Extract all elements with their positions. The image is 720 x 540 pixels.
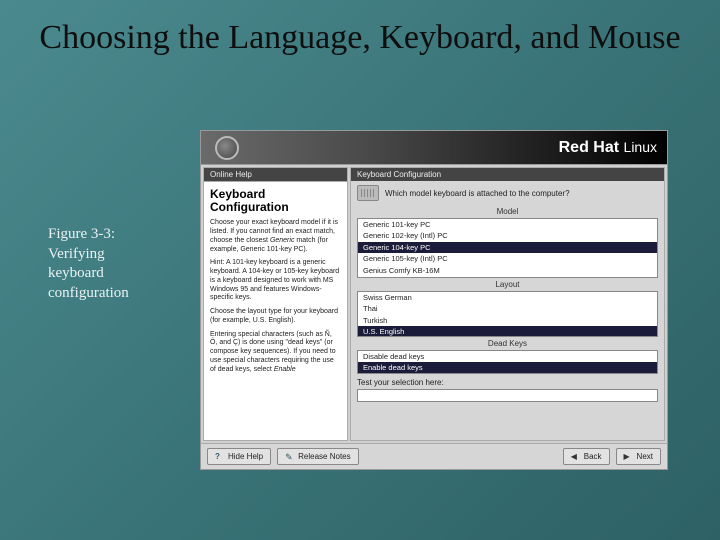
list-item[interactable]: Generic 104-key PC: [358, 242, 657, 253]
help-panel: Online Help Keyboard Configuration Choos…: [203, 167, 348, 441]
test-input[interactable]: [357, 389, 658, 402]
release-notes-button[interactable]: Release Notes: [277, 448, 358, 465]
list-item[interactable]: Genius Comfy KB-16M: [358, 265, 657, 276]
test-label: Test your selection here:: [357, 378, 658, 387]
prompt-text: Which model keyboard is attached to the …: [385, 189, 570, 198]
banner-suffix: Linux: [624, 139, 657, 155]
list-item[interactable]: Generic 102-key (Intl) PC: [358, 230, 657, 241]
figure-caption: Figure 3-3: Verifying keyboard configura…: [48, 225, 188, 303]
installer-screenshot: Red Hat Linux Online Help Keyboard Confi…: [200, 130, 668, 470]
model-listbox[interactable]: Generic 101-key PCGeneric 102-key (Intl)…: [357, 218, 658, 278]
slide-title: Choosing the Language, Keyboard, and Mou…: [0, 0, 720, 63]
help-paragraph: Choose the layout type for your keyboard…: [210, 308, 341, 326]
redhat-logo-icon: [215, 136, 239, 160]
help-paragraph: Entering special characters (such as Ñ, …: [210, 331, 341, 375]
section-header-model: Model: [357, 207, 658, 216]
list-item[interactable]: Swiss German: [358, 292, 657, 303]
config-panel-tab: Keyboard Configuration: [351, 168, 664, 181]
help-title: Keyboard Configuration: [210, 188, 341, 214]
help-panel-tab: Online Help: [204, 168, 347, 182]
caption-line: configuration: [48, 285, 129, 301]
deadkeys-listbox[interactable]: Disable dead keysEnable dead keys: [357, 350, 658, 374]
layout-listbox[interactable]: Swiss GermanThaiTurkishU.S. EnglishU.S. …: [357, 291, 658, 337]
help-paragraph: Hint: A 101-key keyboard is a generic ke…: [210, 259, 341, 303]
section-header-layout: Layout: [357, 280, 658, 289]
caption-line: Figure 3-3:: [48, 226, 115, 242]
caption-line: Verifying: [48, 246, 105, 262]
note-icon: [285, 452, 294, 461]
section-header-deadkeys: Dead Keys: [357, 339, 658, 348]
button-label: Next: [637, 452, 653, 461]
help-icon: [215, 452, 224, 461]
back-icon: [571, 452, 580, 461]
hide-help-button[interactable]: Hide Help: [207, 448, 271, 465]
footer-bar: Hide Help Release Notes Back Next: [201, 443, 667, 469]
next-button[interactable]: Next: [616, 448, 661, 465]
list-item[interactable]: Turkish: [358, 315, 657, 326]
config-panel: Keyboard Configuration Which model keybo…: [350, 167, 665, 441]
next-icon: [624, 452, 633, 461]
button-label: Hide Help: [228, 452, 263, 461]
list-item[interactable]: Generic 101-key PC: [358, 219, 657, 230]
banner: Red Hat Linux: [201, 131, 667, 165]
list-item[interactable]: Generic 105-key (Intl) PC: [358, 253, 657, 264]
help-paragraph: Choose your exact keyboard model if it i…: [210, 219, 341, 254]
banner-title: Red Hat Linux: [559, 139, 657, 157]
list-item[interactable]: Enable dead keys: [358, 362, 657, 373]
list-item[interactable]: HP Internet: [358, 276, 657, 278]
button-label: Release Notes: [298, 452, 350, 461]
config-prompt: Which model keyboard is attached to the …: [357, 185, 658, 201]
banner-product: Red Hat: [559, 139, 619, 156]
button-label: Back: [584, 452, 602, 461]
help-content: Keyboard Configuration Choose your exact…: [204, 182, 347, 440]
keyboard-icon: [357, 185, 379, 201]
caption-line: keyboard: [48, 265, 104, 281]
list-item[interactable]: Thai: [358, 303, 657, 314]
list-item[interactable]: U.S. English: [358, 326, 657, 337]
back-button[interactable]: Back: [563, 448, 610, 465]
list-item[interactable]: Disable dead keys: [358, 351, 657, 362]
